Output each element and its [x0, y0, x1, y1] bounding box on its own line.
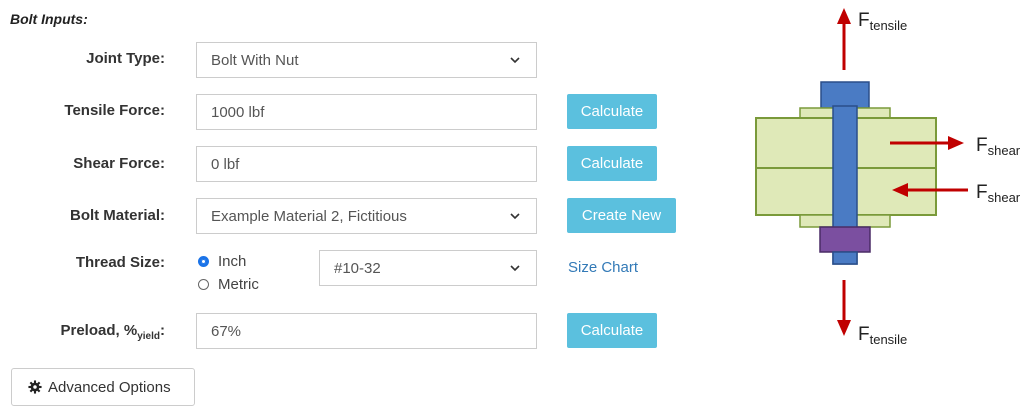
bolt-tail — [832, 251, 858, 265]
joint-type-value: Bolt With Nut — [211, 51, 299, 69]
thread-size-value: #10-32 — [334, 259, 381, 277]
section-title: Bolt Inputs: — [10, 11, 88, 27]
f-shear-bottom-label: Fshear — [976, 182, 1021, 205]
chevron-down-icon — [510, 265, 520, 272]
radio-metric-indicator[interactable] — [198, 279, 209, 290]
thread-size-label: Thread Size: — [75, 254, 165, 271]
radio-inch[interactable]: Inch — [198, 253, 246, 270]
preload-value: 67% — [211, 322, 242, 340]
preload-label-sub: yield — [137, 331, 160, 342]
chevron-down-icon — [510, 213, 520, 220]
preload-label: Preload, %yield: — [10, 322, 166, 342]
radio-inch-label: Inch — [218, 253, 247, 270]
tensile-calculate-button[interactable]: Calculate — [567, 94, 657, 129]
f-shear-top-label: Fshear — [976, 135, 1021, 158]
shear-force-label: Shear Force: — [73, 155, 165, 172]
bolt-material-label: Bolt Material: — [69, 207, 165, 224]
joint-type-label: Joint Type: — [86, 50, 165, 67]
radio-inch-indicator[interactable] — [198, 256, 209, 267]
f-tensile-bottom-label: Ftensile — [858, 324, 907, 347]
radio-metric[interactable]: Metric — [198, 276, 259, 293]
bolt-material-select[interactable]: Example Material 2, Fictitious — [196, 198, 537, 234]
tensile-force-input[interactable]: 1000 lbf — [196, 94, 537, 130]
advanced-options-label: Advanced Options — [48, 378, 171, 396]
f-tensile-top-label: Ftensile — [858, 10, 907, 33]
size-chart-link[interactable]: Size Chart — [568, 259, 638, 276]
preload-label-colon: : — [160, 322, 165, 339]
tensile-force-value: 1000 lbf — [211, 103, 265, 121]
tensile-force-label: Tensile Force: — [64, 102, 165, 119]
create-new-material-button[interactable]: Create New — [567, 198, 676, 233]
joint-type-select[interactable]: Bolt With Nut — [196, 42, 537, 78]
shear-force-input[interactable]: 0 lbf — [196, 146, 537, 182]
shear-calculate-button[interactable]: Calculate — [567, 146, 657, 181]
nut — [819, 226, 871, 253]
advanced-options-button[interactable]: Advanced Options — [11, 368, 195, 406]
chevron-down-icon — [510, 57, 520, 64]
shear-force-value: 0 lbf — [211, 155, 240, 173]
bolt-joint-diagram: Ftensile Fshear Fshear Ftensile — [755, 8, 1021, 347]
preload-label-main: Preload, % — [60, 322, 138, 339]
tensile-arrow-bottom — [837, 280, 851, 336]
bolt-material-value: Example Material 2, Fictitious — [211, 207, 407, 225]
radio-metric-label: Metric — [218, 276, 259, 293]
tensile-arrow-top — [837, 8, 851, 70]
gear-icon — [28, 380, 42, 394]
preload-calculate-button[interactable]: Calculate — [567, 313, 657, 348]
thread-size-select[interactable]: #10-32 — [319, 250, 537, 286]
preload-input[interactable]: 67% — [196, 313, 537, 349]
bolt-head — [820, 81, 870, 109]
